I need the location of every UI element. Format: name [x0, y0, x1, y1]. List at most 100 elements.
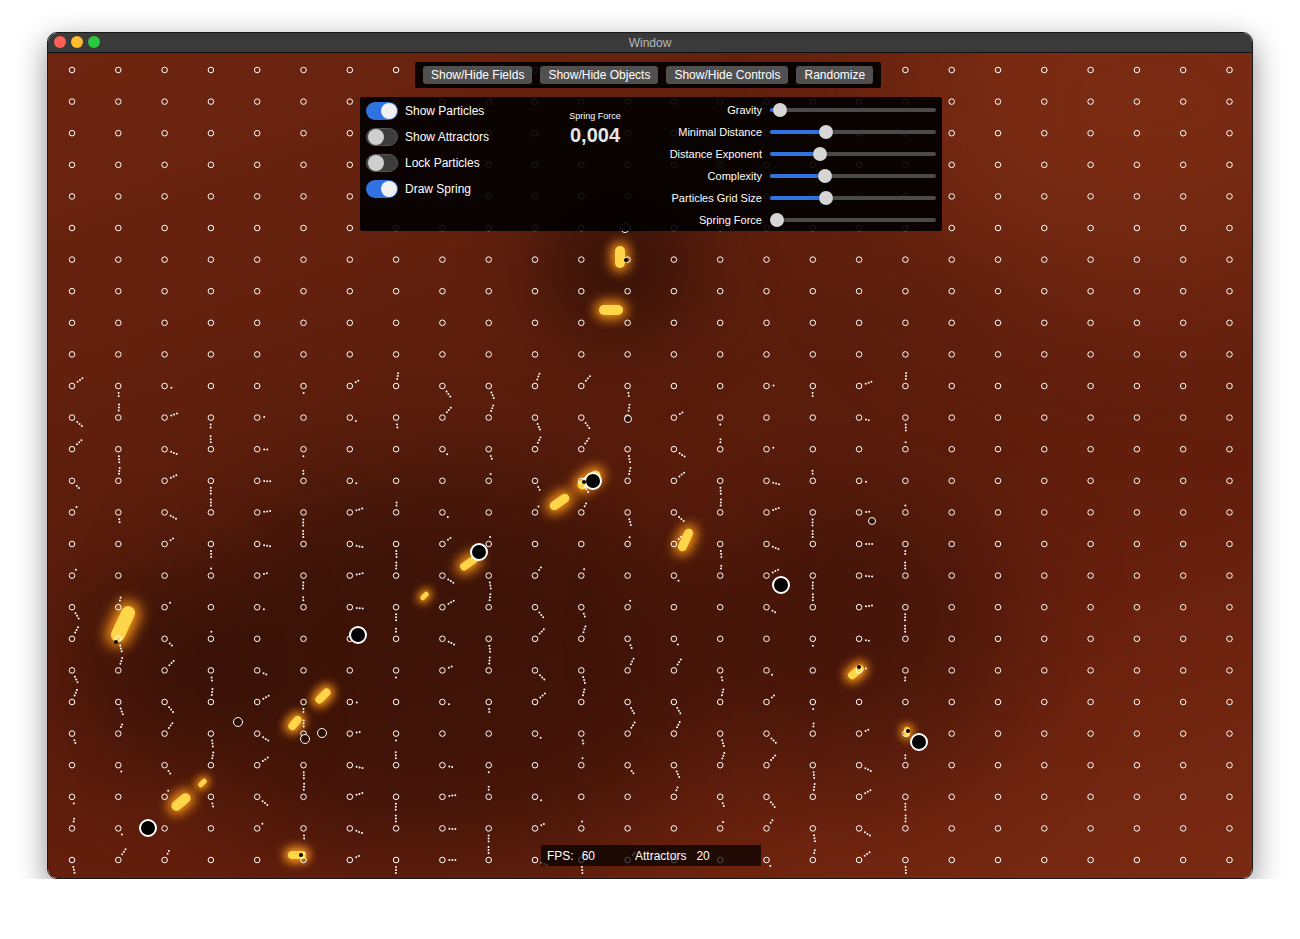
particle-trail [812, 395, 814, 397]
toggle-knob[interactable] [381, 181, 397, 197]
particle [579, 762, 585, 768]
particle [254, 731, 260, 737]
particle-trail [584, 626, 586, 628]
particle-trail [356, 545, 358, 547]
toolbar-button[interactable]: Show/Hide Controls [666, 66, 788, 84]
slider-track[interactable] [770, 130, 936, 134]
toggle-knob[interactable] [381, 103, 397, 119]
attractor[interactable] [584, 472, 602, 490]
attractor[interactable] [624, 258, 628, 262]
toggle-knob[interactable] [368, 129, 384, 145]
attractor[interactable] [300, 734, 310, 744]
particle [764, 731, 770, 737]
toggle-row[interactable]: Lock Particles [366, 154, 540, 172]
attractor[interactable] [139, 819, 157, 837]
particle [810, 573, 816, 579]
slider-track[interactable] [770, 174, 936, 178]
particle [532, 794, 538, 800]
attractor[interactable] [910, 733, 928, 751]
simulation-canvas[interactable]: Show/Hide Fields Show/Hide Objects Show/Hi… [48, 53, 1252, 878]
particle-trail [720, 504, 722, 506]
toolbar: Show/Hide Fields Show/Hide Objects Show/Hi… [415, 62, 881, 88]
force-glow [676, 527, 694, 553]
toggle-switch[interactable] [366, 180, 398, 198]
particle [532, 857, 538, 863]
slider-track[interactable] [770, 196, 936, 200]
particle [995, 446, 1001, 452]
slider-track[interactable] [770, 152, 936, 156]
particle-trail [871, 543, 873, 545]
particle [532, 478, 538, 484]
slider-track[interactable] [770, 108, 936, 112]
toolbar-button[interactable]: Randomize [796, 66, 873, 84]
attractor[interactable] [582, 480, 586, 484]
particle [116, 573, 122, 579]
particle [162, 668, 168, 674]
particle-trail [448, 667, 450, 669]
slider-knob[interactable] [770, 213, 784, 227]
attractor[interactable] [299, 853, 303, 857]
particle-trail [813, 786, 815, 788]
particle-trail [904, 568, 906, 570]
particle-trail [170, 387, 172, 389]
slider-knob[interactable] [818, 169, 832, 183]
close-icon[interactable] [54, 36, 66, 48]
particle-trail [396, 427, 398, 429]
toolbar-button[interactable]: Show/Hide Objects [540, 66, 658, 84]
particle-trail [538, 426, 540, 428]
particle-trail [677, 724, 679, 726]
particle-trail [677, 664, 679, 666]
slider-track[interactable] [770, 218, 936, 222]
toggle-switch[interactable] [366, 154, 398, 172]
particle [69, 731, 75, 737]
particle [1180, 320, 1186, 326]
toggle-knob[interactable] [368, 155, 384, 171]
slider-knob[interactable] [819, 191, 833, 205]
toggle-switch[interactable] [366, 128, 398, 146]
particle [1227, 857, 1233, 863]
particle-trail [302, 521, 304, 523]
attractor[interactable] [114, 640, 118, 644]
minimize-icon[interactable] [71, 36, 83, 48]
attractor[interactable] [868, 517, 876, 525]
particle-trail [628, 407, 630, 409]
particle-trail [904, 809, 906, 811]
particle [69, 604, 75, 610]
attractor[interactable] [233, 717, 243, 727]
attractor[interactable] [906, 729, 910, 733]
particle [995, 130, 1001, 136]
particle-trail [813, 774, 815, 776]
toggle-switch[interactable] [366, 102, 398, 120]
particle [116, 478, 122, 484]
particle-trail [489, 596, 491, 598]
attractor[interactable] [349, 626, 367, 644]
slider-knob[interactable] [819, 125, 833, 139]
toggle-row[interactable]: Show Attractors [366, 128, 540, 146]
zoom-icon[interactable] [88, 36, 100, 48]
readout: Spring Force 0,004 [540, 97, 650, 231]
particle [579, 510, 585, 516]
toggle-row[interactable]: Draw Spring [366, 180, 540, 198]
toggle-row[interactable]: Show Particles [366, 102, 540, 120]
attractor[interactable] [624, 415, 632, 423]
attractor[interactable] [317, 728, 327, 738]
particle [764, 541, 770, 547]
toolbar-button[interactable]: Show/Hide Fields [423, 66, 532, 84]
particle [810, 257, 816, 263]
particle [301, 699, 307, 705]
slider-list: GravityMinimal DistanceDistance Exponent… [650, 97, 942, 231]
attractor[interactable] [470, 543, 488, 561]
particle-trail [904, 757, 906, 759]
slider-knob[interactable] [773, 103, 787, 117]
attractor[interactable] [857, 665, 861, 669]
particle [116, 194, 122, 200]
particle [903, 415, 909, 421]
particle-trail [489, 536, 491, 538]
particle [995, 383, 1001, 389]
attractor[interactable] [772, 576, 790, 594]
force-glow [615, 246, 625, 268]
particle [717, 604, 723, 610]
particle-trail [395, 872, 397, 874]
particle [995, 699, 1001, 705]
slider-knob[interactable] [813, 147, 827, 161]
